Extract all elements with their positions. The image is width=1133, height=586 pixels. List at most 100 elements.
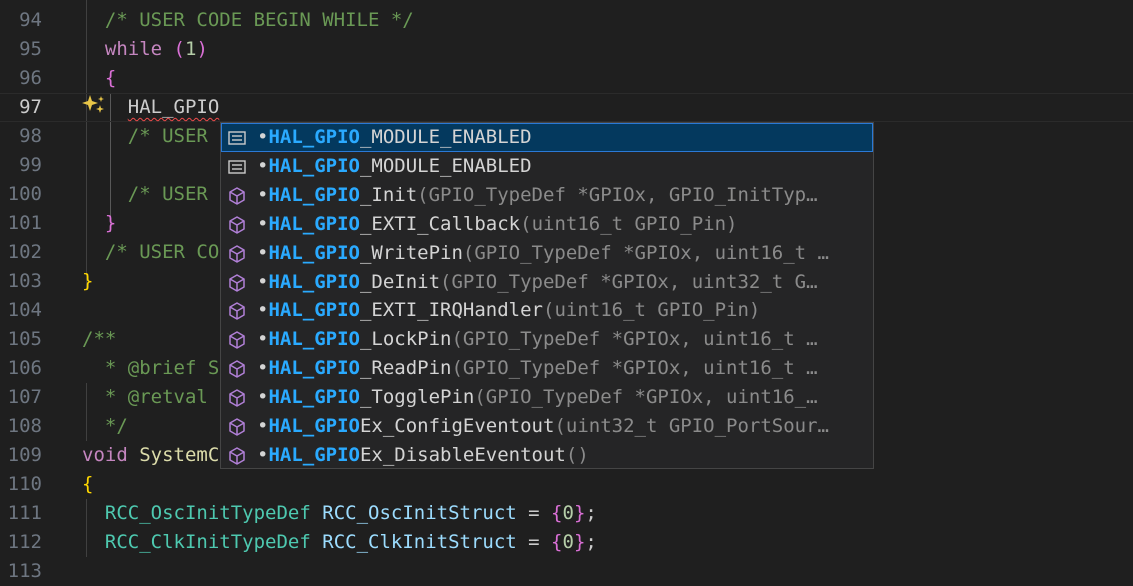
suggestion-rest: _WritePin [359, 241, 463, 264]
code-line[interactable]: 113 [0, 557, 1133, 586]
code-text: /* USER CO [82, 238, 219, 267]
line-number: 111 [7, 502, 42, 524]
code-token: /** [82, 328, 117, 350]
code-token: void [82, 444, 128, 466]
suggestion-sig: (GPIO_TypeDef *GPIOx, uint16_t … [451, 328, 818, 351]
suggestion-dot: • [257, 415, 269, 437]
code-line[interactable]: 111 RCC_OscInitTypeDef RCC_OscInitStruct… [0, 499, 1133, 528]
suggestion-item[interactable]: •HAL_GPIOEx_DisableEventout() [221, 441, 873, 468]
code-text: } [82, 209, 116, 238]
line-number: 106 [7, 357, 42, 379]
code-text: RCC_OscInitTypeDef RCC_OscInitStruct = {… [82, 499, 597, 528]
method-icon [227, 417, 247, 437]
suggestion-rest: _EXTI_Callback [359, 212, 521, 235]
code-token: { [551, 531, 563, 553]
method-icon [227, 215, 247, 235]
code-token: RCC_ClkInitStruct [322, 531, 517, 553]
suggestion-sig: () [565, 443, 589, 466]
suggestion-match: HAL_GPIO [268, 270, 360, 293]
suggestion-widget[interactable]: •HAL_GPIO_MODULE_ENABLED •HAL_GPIO_MODULE… [220, 122, 874, 469]
suggestion-item[interactable]: •HAL_GPIO_ReadPin(GPIO_TypeDef *GPIOx, u… [221, 354, 873, 383]
code-text: * @retval [82, 383, 219, 412]
code-token: ; [585, 502, 597, 524]
line-number: 95 [19, 38, 42, 60]
line-number: 98 [19, 125, 42, 147]
suggestion-dot: • [257, 212, 269, 235]
method-icon [227, 273, 247, 293]
code-text: /* USER [82, 180, 219, 209]
code-token: /* USER CO [104, 241, 220, 263]
code-token: 0 [562, 502, 574, 524]
macro-icon [227, 128, 247, 148]
suggestion-item[interactable]: •HAL_GPIO_DeInit(GPIO_TypeDef *GPIOx, ui… [221, 268, 873, 297]
suggestion-label: •HAL_GPIOEx_ConfigEventout(uint32_t GPIO… [257, 412, 829, 441]
suggestion-item[interactable]: •HAL_GPIO_EXTI_Callback(uint16_t GPIO_Pi… [221, 210, 873, 239]
code-token: RCC_OscInitTypeDef [104, 502, 311, 524]
suggestion-label: •HAL_GPIOEx_DisableEventout() [257, 441, 589, 468]
line-number: 108 [7, 415, 42, 437]
code-token: ( [173, 38, 185, 60]
method-icon [227, 388, 247, 408]
code-line[interactable]: 110 { [0, 470, 1133, 499]
suggestion-dot: • [257, 241, 269, 264]
code-line[interactable]: 112 RCC_ClkInitTypeDef RCC_ClkInitStruct… [0, 528, 1133, 557]
method-icon [227, 301, 247, 321]
macro-icon [227, 157, 247, 177]
line-number: 107 [7, 386, 42, 408]
code-token: = [516, 502, 552, 524]
code-text: */ [82, 412, 128, 441]
suggestion-item[interactable]: •HAL_GPIO_EXTI_IRQHandler(uint16_t GPIO_… [221, 296, 873, 325]
line-number: 113 [7, 560, 42, 582]
code-line[interactable]: 96 { [0, 64, 1133, 93]
suggestion-dot: • [257, 126, 269, 148]
sparkle-icon[interactable] [81, 93, 107, 117]
code-line[interactable]: 94 /* USER CODE BEGIN WHILE */ [0, 6, 1133, 35]
suggestion-item[interactable]: •HAL_GPIO_LockPin(GPIO_TypeDef *GPIOx, u… [221, 325, 873, 354]
code-line[interactable]: 97 HAL_GPIO [0, 93, 1133, 122]
line-number: 99 [19, 154, 42, 176]
suggestion-match: HAL_GPIO [268, 154, 360, 177]
suggestion-dot: • [257, 154, 269, 177]
code-token: } [104, 212, 117, 234]
code-token: 1 [185, 38, 197, 60]
suggestion-item[interactable]: •HAL_GPIOEx_ConfigEventout(uint32_t GPIO… [221, 412, 873, 441]
suggestion-label: •HAL_GPIO_DeInit(GPIO_TypeDef *GPIOx, ui… [257, 268, 818, 297]
line-number: 109 [7, 444, 42, 466]
method-icon [227, 330, 247, 350]
line-number: 112 [7, 531, 42, 553]
suggestion-sig: (GPIO_TypeDef *GPIOx, uint16_… [474, 386, 818, 409]
suggestion-rest: _MODULE_ENABLED [359, 154, 532, 177]
suggestion-item[interactable]: •HAL_GPIO_MODULE_ENABLED [221, 152, 873, 181]
code-token: RCC_OscInitStruct [322, 502, 517, 524]
code-token: { [551, 502, 563, 524]
suggestion-dot: • [257, 270, 269, 293]
method-icon [227, 446, 247, 466]
line-number: 102 [7, 241, 42, 263]
code-text: /** [82, 325, 116, 354]
suggestion-item[interactable]: •HAL_GPIO_Init(GPIO_TypeDef *GPIOx, GPIO… [221, 181, 873, 210]
suggestion-dot: • [257, 183, 269, 206]
line-number: 96 [19, 67, 42, 89]
suggestion-rest: _TogglePin [359, 386, 475, 409]
code-editor[interactable]: 94 /* USER CODE BEGIN WHILE */95 while (… [0, 0, 1133, 585]
code-token: ) [196, 38, 208, 60]
code-line[interactable]: 95 while (1) [0, 35, 1133, 64]
code-token: SystemC [127, 444, 220, 466]
line-number: 97 [19, 96, 42, 118]
suggestion-sig: (GPIO_TypeDef *GPIOx, uint16_t … [451, 357, 818, 380]
suggestion-dot: • [257, 328, 269, 351]
code-token: ; [585, 531, 597, 553]
code-token: /* USER CODE BEGIN WHILE */ [104, 9, 414, 31]
suggestion-item-selected[interactable]: •HAL_GPIO_MODULE_ENABLED [221, 123, 873, 152]
line-number: 104 [7, 299, 42, 321]
suggestion-item[interactable]: •HAL_GPIO_WritePin(GPIO_TypeDef *GPIOx, … [221, 239, 873, 268]
suggestion-dot: • [257, 443, 269, 466]
suggestion-item[interactable]: •HAL_GPIO_TogglePin(GPIO_TypeDef *GPIOx,… [221, 383, 873, 412]
suggestion-sig: (uint16_t GPIO_Pin) [543, 299, 761, 322]
code-token: */ [82, 415, 128, 437]
